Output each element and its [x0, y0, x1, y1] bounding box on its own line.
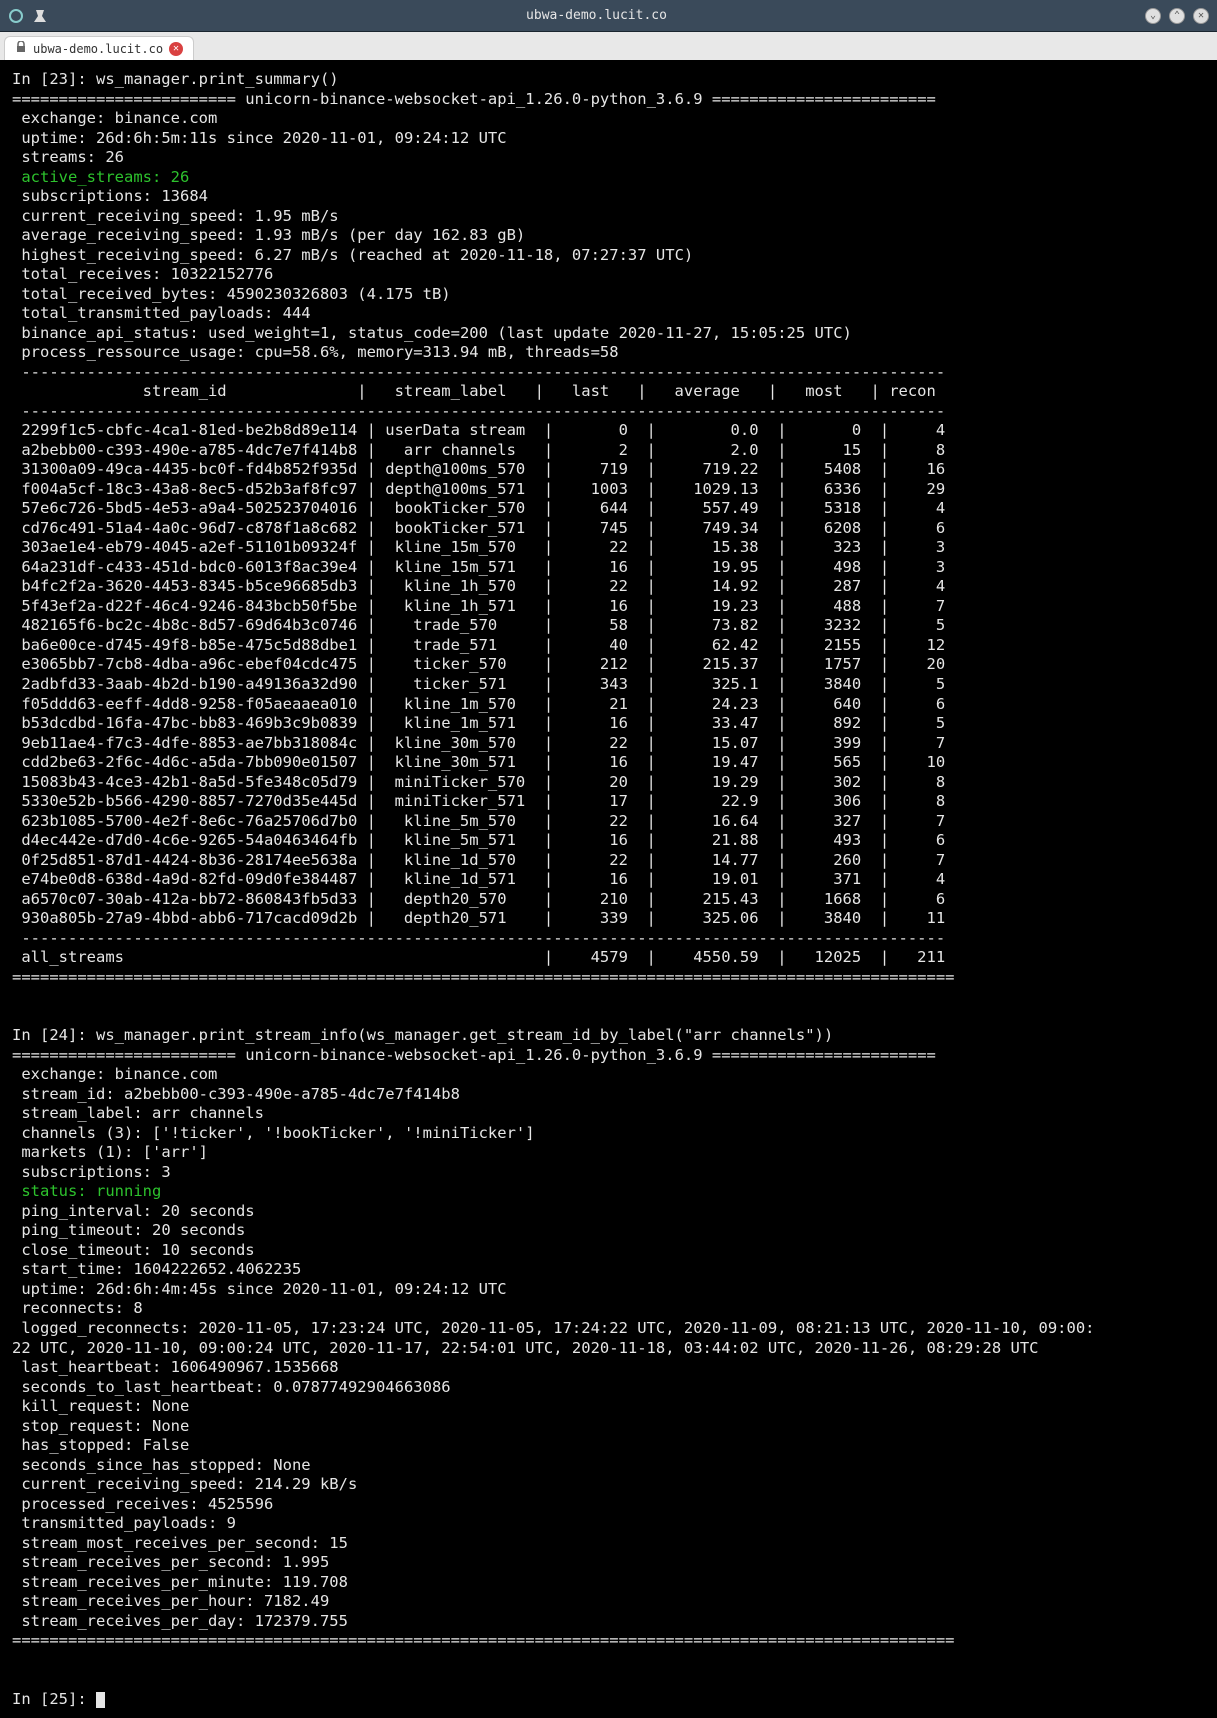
streams-line: streams: 26	[21, 148, 124, 166]
total-tx-line: total_transmitted_payloads: 444	[21, 304, 310, 322]
bottom-sep: ========================================…	[12, 1631, 955, 1649]
current-recv-line: current_receiving_speed: 1.95 mB/s	[21, 207, 338, 225]
start-time-line: start_time: 1604222652.4062235	[21, 1260, 301, 1278]
logged-reconnects-line2: 22 UTC, 2020-11-10, 09:00:24 UTC, 2020-1…	[12, 1339, 1039, 1357]
table-sep: ----------------------------------------…	[12, 363, 945, 381]
close-timeout-line: close_timeout: 10 seconds	[21, 1241, 254, 1259]
ping-timeout-line: ping_timeout: 20 seconds	[21, 1221, 245, 1239]
sec-hb-line: seconds_to_last_heartbeat: 0.07877492904…	[21, 1378, 450, 1396]
most-rps-line: stream_most_receives_per_second: 15	[21, 1534, 348, 1552]
stream-id-line: stream_id: a2bebb00-c393-490e-a785-4dc7e…	[21, 1085, 460, 1103]
has-stopped-line: has_stopped: False	[21, 1436, 189, 1454]
bottom-sep: ========================================…	[12, 968, 955, 986]
ipython-prompt: In [24]: ws_manager.print_stream_info(ws…	[12, 1026, 833, 1044]
subscriptions-line: subscriptions: 13684	[21, 187, 208, 205]
minimize-button[interactable]: ⌄	[1145, 8, 1161, 24]
window-title: ubwa-demo.lucit.co	[48, 8, 1145, 23]
reconnects-line: reconnects: 8	[21, 1299, 142, 1317]
rps-line: stream_receives_per_second: 1.995	[21, 1553, 329, 1571]
stream-table-rows: 2299f1c5-cbfc-4ca1-81ed-be2b8d89e114 | u…	[12, 421, 945, 927]
maximize-button[interactable]: ⌃	[1169, 8, 1185, 24]
banner-line: ======================== unicorn-binance…	[12, 90, 936, 108]
lock-icon	[15, 41, 27, 56]
ipython-prompt: In [23]: ws_manager.print_summary()	[12, 70, 339, 88]
status-line: status: running	[21, 1182, 161, 1200]
rph-line: stream_receives_per_hour: 7182.49	[21, 1592, 329, 1610]
total-row: all_streams | 4579 | 4550.59 | 12025 | 2…	[12, 948, 945, 966]
tab-label: ubwa-demo.lucit.co	[33, 42, 163, 56]
terminal-output[interactable]: In [23]: ws_manager.print_summary() ====…	[0, 60, 1217, 1718]
exchange-line: exchange: binance.com	[21, 1065, 217, 1083]
cur-recv-line: current_receiving_speed: 214.29 kB/s	[21, 1475, 357, 1493]
total-recv-line: total_receives: 10322152776	[21, 265, 273, 283]
table-sep: ----------------------------------------…	[12, 929, 945, 947]
app-menu-icon[interactable]	[8, 8, 24, 24]
window-titlebar: ubwa-demo.lucit.co ⌄ ⌃ ✕	[0, 0, 1217, 32]
ipython-prompt: In [25]:	[12, 1690, 96, 1708]
proc-usage-line: process_ressource_usage: cpu=58.6%, memo…	[21, 343, 618, 361]
uptime-line: uptime: 26d:6h:5m:11s since 2020-11-01, …	[21, 129, 506, 147]
active-streams-line: active_streams: 26	[21, 168, 189, 186]
table-header: stream_id | stream_label | last | averag…	[12, 382, 936, 400]
stream-label-line: stream_label: arr channels	[21, 1104, 264, 1122]
highest-recv-line: highest_receiving_speed: 6.27 mB/s (reac…	[21, 246, 693, 264]
exchange-line: exchange: binance.com	[21, 109, 217, 127]
rpm-line: stream_receives_per_minute: 119.708	[21, 1573, 348, 1591]
kill-req-line: kill_request: None	[21, 1397, 189, 1415]
sec-since-line: seconds_since_has_stopped: None	[21, 1456, 310, 1474]
tx-pay-line: transmitted_payloads: 9	[21, 1514, 236, 1532]
tab-bar: ubwa-demo.lucit.co ✕	[0, 32, 1217, 60]
close-button[interactable]: ✕	[1193, 8, 1209, 24]
table-sep: ----------------------------------------…	[12, 402, 945, 420]
api-status-line: binance_api_status: used_weight=1, statu…	[21, 324, 852, 342]
logged-reconnects-line: logged_reconnects: 2020-11-05, 17:23:24 …	[12, 1319, 1095, 1337]
ping-interval-line: ping_interval: 20 seconds	[21, 1202, 254, 1220]
uptime-line: uptime: 26d:6h:4m:45s since 2020-11-01, …	[21, 1280, 506, 1298]
avg-recv-line: average_receiving_speed: 1.93 mB/s (per …	[21, 226, 525, 244]
cursor	[96, 1692, 105, 1708]
channels-line: channels (3): ['!ticker', '!bookTicker',…	[21, 1124, 534, 1142]
proc-recv-line: processed_receives: 4525596	[21, 1495, 273, 1513]
subs-line: subscriptions: 3	[21, 1163, 170, 1181]
rpd-line: stream_receives_per_day: 172379.755	[21, 1612, 348, 1630]
pin-icon[interactable]	[32, 8, 48, 24]
total-bytes-line: total_received_bytes: 4590230326803 (4.1…	[21, 285, 450, 303]
markets-line: markets (1): ['arr']	[21, 1143, 208, 1161]
banner-line: ======================== unicorn-binance…	[12, 1046, 936, 1064]
tab-close-icon[interactable]: ✕	[169, 42, 183, 56]
last-heartbeat-line: last_heartbeat: 1606490967.1535668	[21, 1358, 338, 1376]
stop-req-line: stop_request: None	[21, 1417, 189, 1435]
browser-tab[interactable]: ubwa-demo.lucit.co ✕	[4, 36, 194, 60]
